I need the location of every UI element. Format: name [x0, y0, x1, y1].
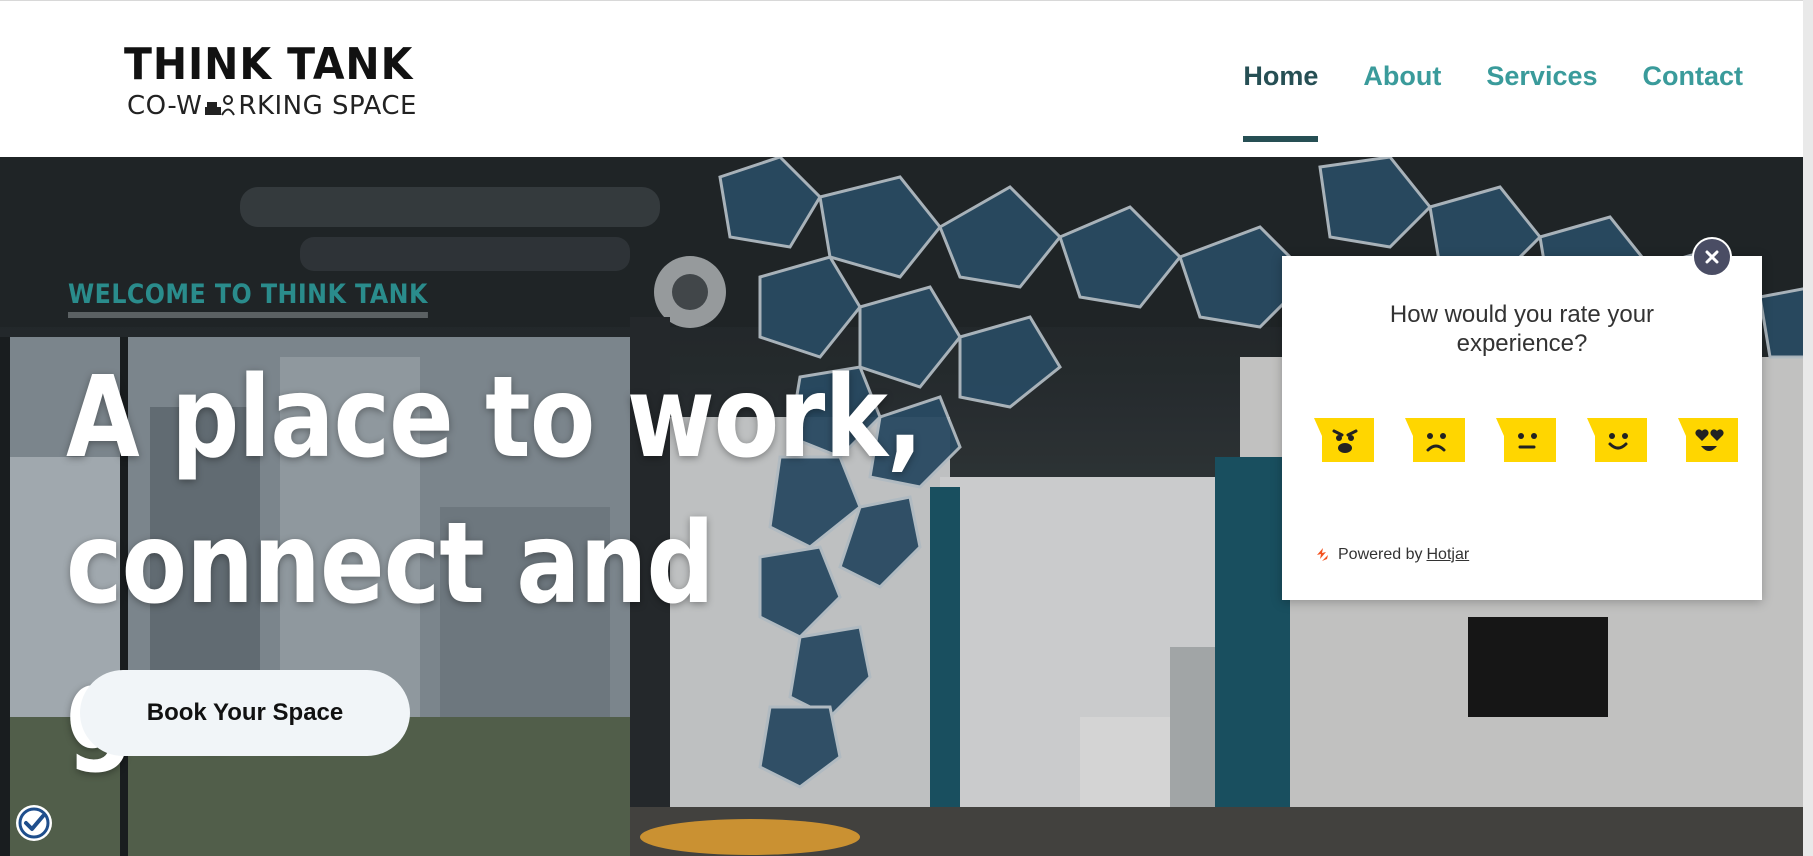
powered-by-label: Powered by: [1338, 546, 1423, 563]
close-icon: [1705, 250, 1719, 264]
hotjar-logo-icon: [1317, 548, 1328, 561]
nav-services[interactable]: Services: [1486, 61, 1597, 96]
desk-worker-icon: [205, 95, 236, 116]
logo[interactable]: THINK TANK CO-W RKING SPACE: [124, 39, 464, 122]
logo-subtitle-left: CO-W: [127, 91, 203, 121]
love-face-icon[interactable]: [1676, 416, 1740, 464]
site-header: THINK TANK CO-W RKING SPACE Home About S…: [0, 0, 1813, 157]
happy-face-icon[interactable]: [1585, 416, 1649, 464]
main-nav: Home About Services Contact: [1243, 61, 1744, 142]
nav-contact[interactable]: Contact: [1643, 61, 1744, 96]
survey-question: How would you rate your experience?: [1389, 301, 1655, 357]
welcome-eyebrow: WELCOME TO THINK TANK: [68, 279, 428, 318]
sad-face-icon[interactable]: [1403, 416, 1467, 464]
shield-check-icon[interactable]: [14, 803, 54, 843]
logo-subtitle: CO-W RKING SPACE: [127, 91, 417, 121]
hotjar-link[interactable]: Hotjar: [1427, 546, 1470, 564]
neutral-face-icon[interactable]: [1494, 416, 1558, 464]
nav-home[interactable]: Home: [1243, 61, 1319, 142]
feedback-widget: How would you rate your experience? Powe…: [1282, 256, 1762, 600]
powered-by: Powered by Hotjar: [1314, 546, 1469, 564]
close-survey-button[interactable]: [1692, 237, 1732, 277]
book-your-space-button[interactable]: Book Your Space: [80, 670, 410, 756]
page-scrollbar[interactable]: [1803, 0, 1813, 856]
rating-options: [1312, 416, 1740, 464]
logo-title: THINK TANK: [124, 39, 414, 90]
angry-face-icon[interactable]: [1312, 416, 1376, 464]
nav-about[interactable]: About: [1363, 61, 1441, 96]
hero-headline-line1: A place to work,: [66, 353, 923, 483]
logo-subtitle-right: RKING SPACE: [238, 91, 417, 121]
